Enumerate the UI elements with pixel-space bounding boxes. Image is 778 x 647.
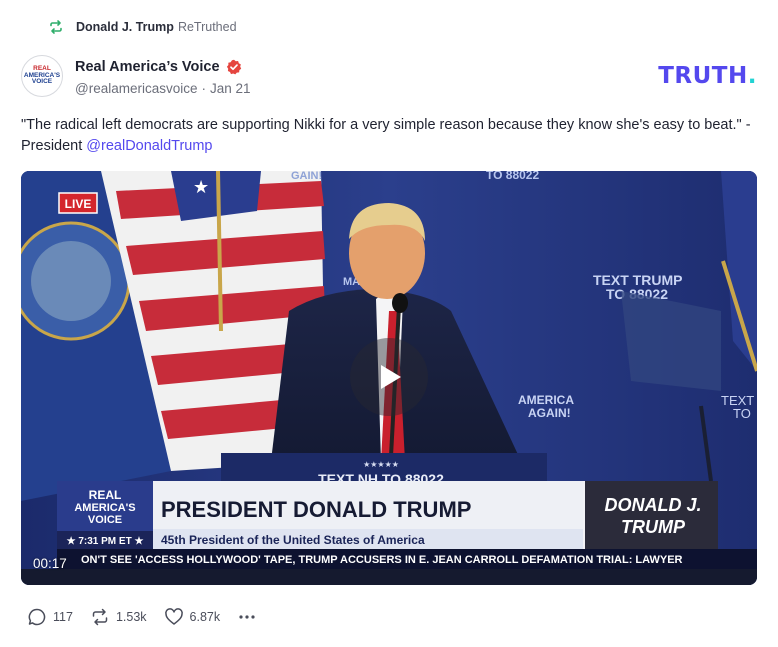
video-timecode: 00:17: [33, 556, 67, 571]
mention-link[interactable]: @realDonaldTrump: [86, 138, 212, 154]
verified-badge-icon: [226, 59, 241, 74]
avatar-logo: REAL AMERICA'S VOICE: [23, 65, 61, 86]
backdrop-text: TO 88022: [486, 171, 539, 182]
author-handle[interactable]: @realamericasvoice: [75, 81, 198, 96]
reply-icon: [28, 608, 46, 626]
ticker-text: ON'T SEE 'ACCESS HOLLYWOOD' TAPE, TRUMP …: [81, 554, 683, 566]
heart-icon: [164, 608, 183, 625]
play-icon: [381, 365, 401, 389]
meta-separator: ·: [201, 80, 207, 96]
retruth-count: 1.53k: [115, 610, 147, 624]
backdrop-text: AGAIN!: [528, 406, 571, 420]
avatar[interactable]: REAL AMERICA'S VOICE: [21, 55, 63, 97]
network-logo-text: VOICE: [88, 514, 122, 526]
reply-button[interactable]: 117: [27, 607, 73, 627]
play-button[interactable]: [350, 338, 428, 416]
more-dots-icon: [239, 615, 255, 619]
retruth-button[interactable]: 1.53k: [90, 607, 147, 627]
network-logo-text: AMERICA'S: [74, 502, 135, 514]
truth-logo[interactable]: TRUTH.: [658, 63, 757, 89]
more-options-button[interactable]: [237, 607, 263, 627]
chyron-subhead: 45th President of the United States of A…: [161, 533, 425, 547]
broadcast-time: ★ 7:31 PM ET ★: [67, 536, 144, 547]
author-info: Real America’s Voice @realamericasvoice ·…: [75, 57, 251, 96]
video-player[interactable]: ★ LIVE GAIN! TO 88022 TEXT TRUMP TO 8802…: [21, 171, 757, 585]
retruth-attribution: Donald J. Trump ReTruthed: [48, 17, 237, 37]
backdrop-text: GAIN!: [291, 171, 322, 182]
retruth-user-link[interactable]: Donald J. Trump: [76, 20, 174, 34]
chyron-headline: PRESIDENT DONALD TRUMP: [161, 497, 471, 522]
backdrop-text: TO: [733, 406, 751, 421]
author-name[interactable]: Real America’s Voice: [75, 59, 220, 75]
chyron-logo-text: TRUMP: [621, 517, 686, 537]
retruth-icon: [50, 20, 62, 34]
like-count: 6.87k: [189, 610, 221, 624]
post-body: "The radical left democrats are supporti…: [21, 115, 761, 157]
network-logo-text: REAL: [89, 488, 122, 502]
retruth-label: ReTruthed: [177, 20, 237, 34]
svg-text:★: ★: [193, 177, 209, 197]
post-header: REAL AMERICA'S VOICE Real America’s Voic…: [21, 53, 757, 99]
retruth-icon: [92, 608, 108, 626]
live-badge: LIVE: [65, 197, 92, 211]
like-button[interactable]: 6.87k: [164, 607, 221, 627]
post-date[interactable]: Jan 21: [210, 81, 251, 96]
backdrop-text: AMERICA: [518, 393, 574, 407]
reply-count: 117: [53, 610, 73, 624]
chyron-logo-text: DONALD J.: [604, 495, 701, 515]
podium-stars: ★★★★★: [363, 460, 399, 469]
post-actions: 117 1.53k 6.87k: [27, 606, 280, 628]
